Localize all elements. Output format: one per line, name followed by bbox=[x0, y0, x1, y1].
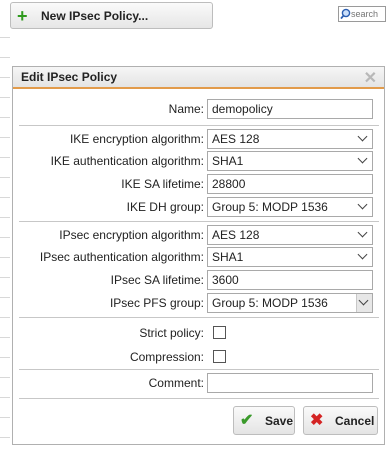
comment-input[interactable] bbox=[207, 373, 373, 393]
search-icon bbox=[340, 8, 351, 20]
background-list-edge bbox=[0, 0, 10, 450]
edit-ipsec-policy-dialog: Edit IPsec Policy ✕ Name: demopolicy IKE… bbox=[12, 66, 385, 445]
ipsec-authentication-select[interactable]: SHA1 bbox=[207, 247, 373, 267]
new-ipsec-policy-label: New IPsec Policy... bbox=[41, 8, 149, 23]
strict-policy-label: Strict policy: bbox=[139, 326, 204, 340]
plus-icon: + bbox=[17, 5, 28, 26]
save-label: Save bbox=[265, 413, 294, 428]
name-label: Name: bbox=[168, 102, 204, 116]
strict-policy-checkbox[interactable] bbox=[213, 326, 226, 339]
comment-row: Comment: bbox=[13, 373, 384, 393]
ipsec-encryption-row: IPsec encryption algorithm: AES 128 bbox=[13, 225, 384, 245]
dialog-header: Edit IPsec Policy ✕ bbox=[13, 67, 384, 89]
ike-dh-group-value: Group 5: MODP 1536 bbox=[212, 200, 328, 214]
ike-dh-group-select[interactable]: Group 5: MODP 1536 bbox=[207, 197, 373, 217]
search-box[interactable] bbox=[338, 6, 387, 22]
divider bbox=[19, 125, 379, 126]
ike-authentication-value: SHA1 bbox=[212, 154, 244, 168]
ike-encryption-row: IKE encryption algorithm: AES 128 bbox=[13, 129, 384, 149]
ike-encryption-value: AES 128 bbox=[212, 132, 260, 146]
divider bbox=[19, 221, 379, 222]
new-ipsec-policy-button[interactable]: + New IPsec Policy... bbox=[10, 2, 213, 29]
ike-sa-lifetime-row: IKE SA lifetime: 28800 bbox=[13, 174, 384, 194]
save-button[interactable]: ✔ Save bbox=[233, 406, 295, 435]
ipsec-pfs-group-value: Group 5: MODP 1536 bbox=[212, 296, 328, 310]
close-icon[interactable]: ✕ bbox=[364, 68, 377, 88]
ipsec-authentication-label: IPsec authentication algorithm: bbox=[39, 250, 204, 264]
ipsec-encryption-select[interactable]: AES 128 bbox=[207, 225, 373, 245]
dialog-title: Edit IPsec Policy bbox=[21, 70, 118, 84]
ipsec-sa-lifetime-input[interactable]: 3600 bbox=[207, 270, 373, 290]
ipsec-pfs-group-row: IPsec PFS group: Group 5: MODP 1536 bbox=[13, 293, 384, 313]
chevron-down-icon bbox=[357, 199, 368, 210]
chevron-down-icon bbox=[357, 249, 368, 260]
ipsec-sa-lifetime-row: IPsec SA lifetime: 3600 bbox=[13, 270, 384, 290]
cancel-label: Cancel bbox=[335, 413, 375, 428]
ipsec-authentication-row: IPsec authentication algorithm: SHA1 bbox=[13, 247, 384, 267]
ike-authentication-row: IKE authentication algorithm: SHA1 bbox=[13, 151, 384, 171]
ike-sa-lifetime-label: IKE SA lifetime: bbox=[121, 177, 204, 191]
name-row: Name: demopolicy bbox=[13, 99, 384, 119]
cancel-button[interactable]: ✖ Cancel bbox=[303, 406, 378, 435]
ike-encryption-select[interactable]: AES 128 bbox=[207, 129, 373, 149]
ike-sa-lifetime-input[interactable]: 28800 bbox=[207, 174, 373, 194]
divider bbox=[19, 317, 379, 318]
compression-checkbox[interactable] bbox=[213, 350, 226, 363]
ipsec-sa-lifetime-label: IPsec SA lifetime: bbox=[110, 273, 204, 287]
compression-row: Compression: bbox=[13, 347, 384, 367]
compression-label: Compression: bbox=[129, 350, 204, 364]
search-input[interactable] bbox=[351, 7, 387, 21]
name-input[interactable]: demopolicy bbox=[207, 99, 373, 119]
chevron-down-icon bbox=[357, 131, 368, 142]
checkmark-icon: ✔ bbox=[240, 411, 254, 429]
ipsec-encryption-label: IPsec encryption algorithm: bbox=[59, 228, 204, 242]
chevron-down-icon bbox=[357, 227, 368, 238]
ike-dh-group-label: IKE DH group: bbox=[126, 200, 204, 214]
cancel-icon: ✖ bbox=[310, 411, 324, 429]
ipsec-encryption-value: AES 128 bbox=[212, 228, 260, 242]
divider bbox=[19, 369, 379, 370]
ipsec-authentication-value: SHA1 bbox=[212, 250, 244, 264]
ike-dh-group-row: IKE DH group: Group 5: MODP 1536 bbox=[13, 197, 384, 217]
comment-label: Comment: bbox=[148, 376, 204, 390]
divider bbox=[19, 398, 379, 399]
ike-authentication-label: IKE authentication algorithm: bbox=[50, 154, 204, 168]
ike-authentication-select[interactable]: SHA1 bbox=[207, 151, 373, 171]
chevron-down-icon bbox=[357, 153, 368, 164]
ike-encryption-label: IKE encryption algorithm: bbox=[69, 132, 204, 146]
strict-policy-row: Strict policy: bbox=[13, 323, 384, 343]
ipsec-pfs-group-label: IPsec PFS group: bbox=[109, 296, 204, 310]
ipsec-pfs-group-select[interactable]: Group 5: MODP 1536 bbox=[207, 293, 373, 313]
